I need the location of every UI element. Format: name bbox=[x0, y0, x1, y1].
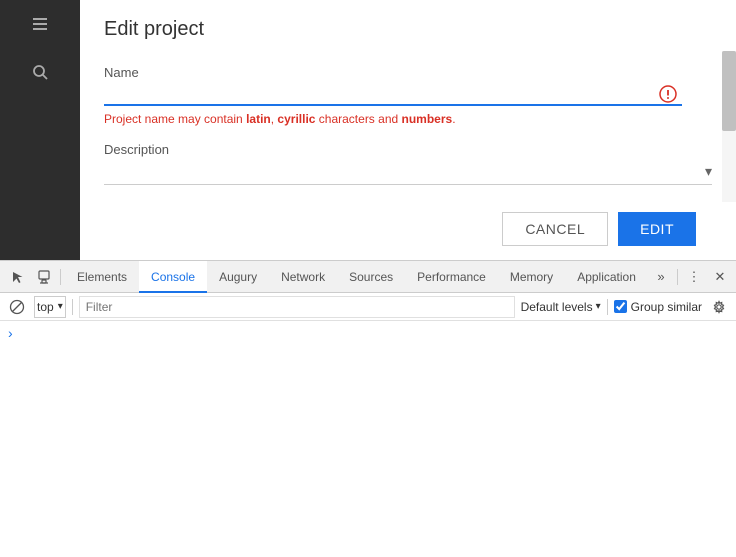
menu-icon[interactable]: ⋮ bbox=[682, 263, 706, 291]
modal-scrollbar[interactable] bbox=[722, 51, 736, 202]
modal-footer: CANCEL EDIT bbox=[80, 202, 736, 260]
name-input[interactable] bbox=[104, 86, 682, 102]
layers-icon[interactable] bbox=[26, 10, 54, 38]
group-similar-checkbox[interactable] bbox=[614, 300, 627, 313]
top-context-value: top bbox=[37, 300, 54, 314]
scroll-track bbox=[722, 51, 736, 202]
devtools-left-icons bbox=[6, 261, 56, 293]
tab-augury[interactable]: Augury bbox=[207, 261, 269, 293]
group-similar-container: Group similar bbox=[614, 300, 702, 314]
modal-body: Name Project name may contain latin, cyr… bbox=[80, 51, 736, 202]
error-end: . bbox=[452, 112, 455, 126]
name-label: Name bbox=[104, 65, 712, 80]
console-filter-input[interactable] bbox=[79, 296, 515, 318]
error-latin: latin bbox=[246, 112, 271, 126]
devtools-right-icons: » ⋮ ✕ bbox=[649, 263, 732, 291]
console-body: › bbox=[0, 321, 736, 557]
default-levels-select[interactable]: Default levels ▾ bbox=[521, 300, 601, 314]
chevron-down-icon: ▾ bbox=[705, 163, 712, 180]
toolbar-divider bbox=[72, 299, 73, 315]
console-chevron-icon: › bbox=[8, 325, 13, 341]
top-context-arrow: ▾ bbox=[58, 301, 63, 312]
tab-application[interactable]: Application bbox=[565, 261, 648, 293]
edit-button[interactable]: EDIT bbox=[618, 212, 696, 246]
default-levels-label: Default levels bbox=[521, 300, 593, 314]
error-message: Project name may contain latin, cyrillic… bbox=[104, 112, 712, 126]
tab-divider bbox=[60, 269, 61, 285]
console-prompt-row: › bbox=[8, 325, 728, 341]
error-icon bbox=[658, 84, 678, 104]
top-context-select[interactable]: top ▾ bbox=[34, 296, 66, 318]
tab-elements[interactable]: Elements bbox=[65, 261, 139, 293]
description-input[interactable] bbox=[104, 164, 705, 180]
device-toggle-icon[interactable] bbox=[32, 261, 56, 293]
tab-memory[interactable]: Memory bbox=[498, 261, 565, 293]
error-cyrillic: cyrillic bbox=[277, 112, 315, 126]
description-row: ▾ bbox=[104, 163, 712, 185]
search-icon[interactable] bbox=[26, 58, 54, 86]
name-input-row bbox=[104, 86, 682, 106]
tab-sources[interactable]: Sources bbox=[337, 261, 405, 293]
clear-console-icon[interactable] bbox=[6, 296, 28, 318]
toolbar-divider2 bbox=[607, 299, 608, 315]
devtools-panel: Elements Console Augury Network Sources … bbox=[0, 260, 736, 557]
tab-performance[interactable]: Performance bbox=[405, 261, 498, 293]
right-divider bbox=[677, 269, 678, 285]
default-levels-arrow: ▾ bbox=[596, 301, 601, 312]
pointer-icon[interactable] bbox=[6, 261, 30, 293]
scroll-thumb[interactable] bbox=[722, 51, 736, 131]
modal-title: Edit project bbox=[80, 0, 736, 51]
tab-console[interactable]: Console bbox=[139, 261, 207, 293]
error-numbers: numbers bbox=[402, 112, 453, 126]
group-similar-label: Group similar bbox=[631, 300, 702, 314]
cancel-button[interactable]: CANCEL bbox=[502, 212, 608, 246]
devtools-tab-bar: Elements Console Augury Network Sources … bbox=[0, 261, 736, 293]
console-toolbar: top ▾ Default levels ▾ Group similar bbox=[0, 293, 736, 321]
more-tabs-icon[interactable]: » bbox=[649, 263, 673, 291]
close-icon[interactable]: ✕ bbox=[708, 263, 732, 291]
edit-project-modal: Edit project Name Project name may conta… bbox=[80, 0, 736, 260]
tab-network[interactable]: Network bbox=[269, 261, 337, 293]
description-label: Description bbox=[104, 142, 712, 157]
error-prefix: Project name may contain bbox=[104, 112, 246, 126]
error-suffix: characters and bbox=[315, 112, 401, 126]
console-settings-icon[interactable] bbox=[708, 296, 730, 318]
